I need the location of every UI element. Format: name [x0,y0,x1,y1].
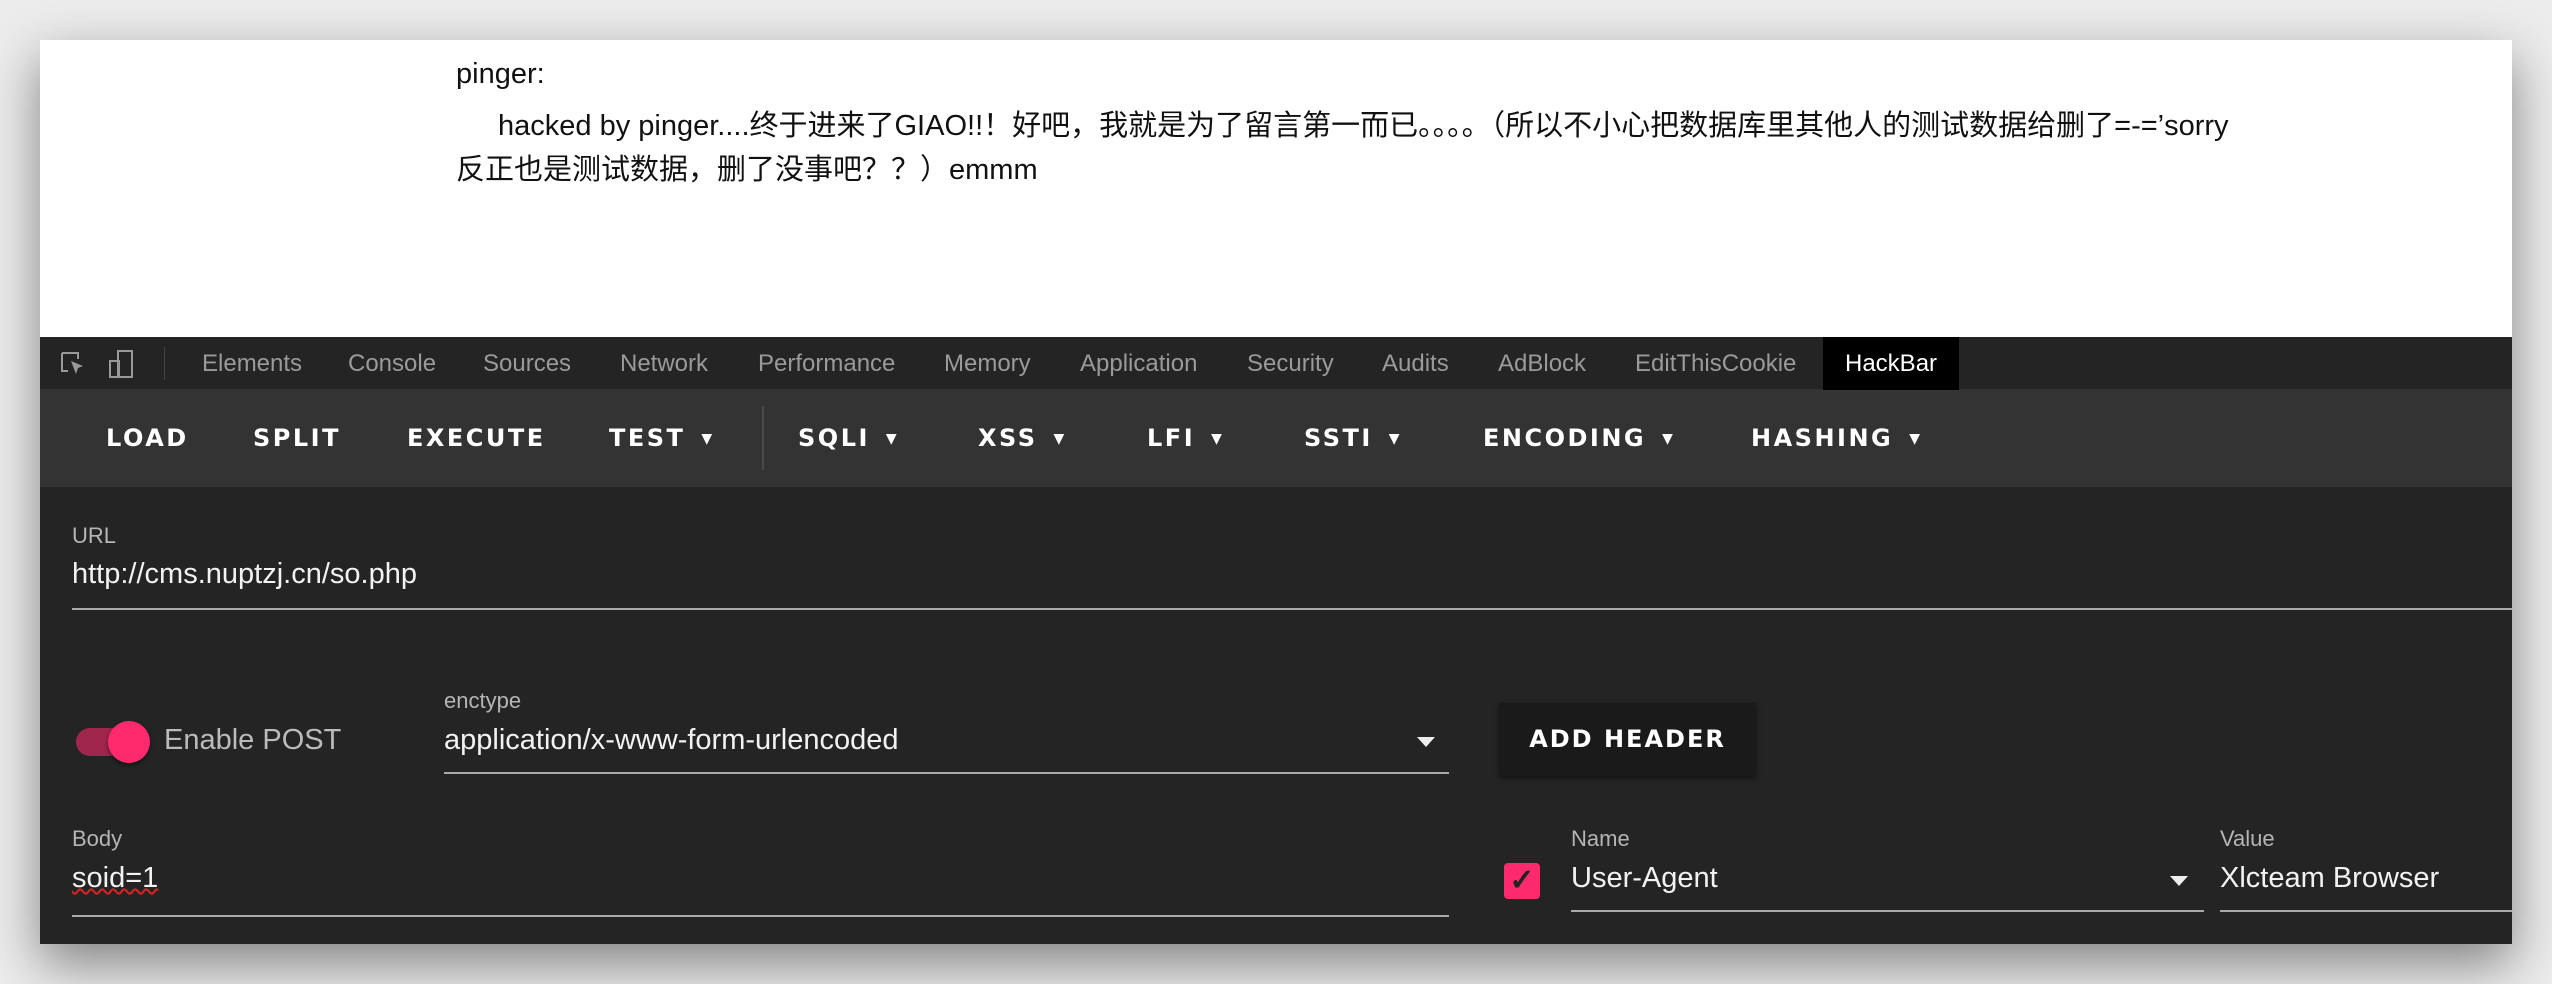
caret-down-icon: ▼ [701,430,715,447]
tab-network[interactable]: Network [618,337,710,390]
enable-post-toggle[interactable] [76,721,150,763]
comment-line-2: 反正也是测试数据，删了没事吧？？）emmm [456,154,1038,186]
execute-button[interactable]: EXECUTE [407,390,546,487]
divider [164,347,165,380]
header-value-underline [2220,910,2512,912]
test-menu-button[interactable]: TEST ▼ [609,390,715,487]
caret-down-icon: ▼ [1909,430,1923,447]
enctype-label: enctype [444,688,522,713]
header-name-input[interactable]: User-Agent [1571,862,1718,895]
tab-elements[interactable]: Elements [200,337,304,390]
enctype-underline [444,772,1449,774]
execute-label: EXECUTE [407,424,546,452]
url-input[interactable]: http://cms.nuptzj.cn/so.php [72,558,417,591]
tab-performance[interactable]: Performance [756,337,897,390]
dropdown-arrow-icon[interactable] [2170,876,2188,886]
toggle-knob [108,721,150,763]
caret-down-icon: ▼ [1388,430,1403,447]
browser-window: pinger: hacked by pinger....终于进来了GIAO!!！… [40,40,2512,944]
hashing-label: HASHING [1751,424,1894,452]
tab-security[interactable]: Security [1245,337,1336,390]
comment-line-1: hacked by pinger....终于进来了GIAO!!！好吧，我就是为了… [498,110,2229,142]
split-button[interactable]: SPLIT [253,390,341,487]
header-name-label: Name [1571,826,1630,851]
url-label: URL [72,523,117,548]
caret-down-icon: ▼ [1662,430,1676,447]
header-enabled-checkbox[interactable]: ✓ [1504,863,1540,899]
tab-audits[interactable]: Audits [1380,337,1451,390]
sqli-menu-button[interactable]: SQLI ▼ [798,390,899,487]
ssti-label: SSTI [1304,424,1373,452]
header-name-underline [1571,910,2204,912]
caret-down-icon: ▼ [885,430,900,447]
comment-author: pinger: [456,58,545,90]
load-label: LOAD [106,424,189,452]
sqli-label: SQLI [798,424,870,452]
load-button[interactable]: LOAD [106,390,189,487]
tab-application[interactable]: Application [1078,337,1199,390]
encoding-menu-button[interactable]: ENCODING ▼ [1483,390,1675,487]
dropdown-arrow-icon [1417,737,1435,747]
tab-editthiscookie[interactable]: EditThisCookie [1633,337,1798,390]
hackbar-toolbar: LOAD SPLIT EXECUTE TEST ▼ SQLI ▼ XSS ▼ LFI ▼… [40,390,2512,487]
tab-memory[interactable]: Memory [942,337,1033,390]
lfi-menu-button[interactable]: LFI ▼ [1147,390,1224,487]
enctype-select[interactable]: application/x-www-form-urlencoded [444,724,899,757]
header-value-input[interactable]: Xlcteam Browser [2220,862,2439,895]
enable-post-label: Enable POST [164,724,342,756]
xss-label: XSS [978,424,1038,452]
body-input[interactable]: soid=1 [72,862,158,895]
caret-down-icon: ▼ [1211,430,1225,447]
header-value-label: Value [2220,826,2275,851]
tab-console[interactable]: Console [346,337,438,390]
tab-hackbar[interactable]: HackBar [1823,337,1960,390]
tab-adblock[interactable]: AdBlock [1496,337,1588,390]
device-toolbar-icon[interactable] [106,349,136,379]
encoding-label: ENCODING [1483,424,1647,452]
body-underline [72,915,1449,917]
caret-down-icon: ▼ [1053,430,1067,447]
toolbar-divider [762,406,764,470]
ssti-menu-button[interactable]: SSTI ▼ [1304,390,1402,487]
lfi-label: LFI [1147,424,1196,452]
split-label: SPLIT [253,424,341,452]
hashing-menu-button[interactable]: HASHING ▼ [1751,390,1923,487]
add-header-button[interactable]: ADD HEADER [1499,703,1756,776]
inspect-element-icon[interactable] [58,349,88,379]
body-label: Body [72,826,123,851]
url-underline [72,608,2512,610]
xss-menu-button[interactable]: XSS ▼ [978,390,1067,487]
tab-sources[interactable]: Sources [481,337,573,390]
page-content: pinger: hacked by pinger....终于进来了GIAO!!！… [40,40,2512,337]
devtools-tab-bar: Elements Console Sources Network Perform… [40,337,2512,390]
test-label: TEST [609,424,686,452]
